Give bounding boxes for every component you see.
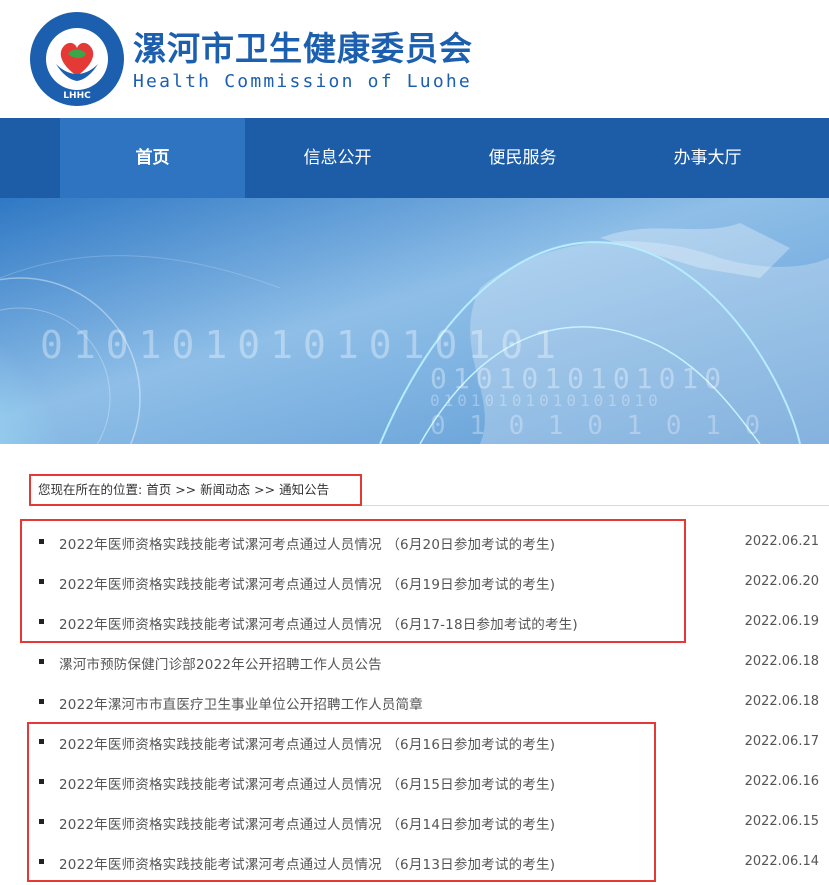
list-item[interactable]: 2022年医师资格实践技能考试漯河考点通过人员情况 （6月14日参加考试的考生)…: [30, 805, 829, 845]
news-date: 2022.06.20: [744, 574, 819, 589]
list-item[interactable]: 2022年医师资格实践技能考试漯河考点通过人员情况 （6月15日参加考试的考生)…: [30, 765, 829, 805]
nav-item-info-disclosure[interactable]: 信息公开: [245, 118, 430, 198]
bullet-icon: [39, 539, 44, 544]
banner-digits-row4: 0 1 0 1 0 1 0 1 0: [430, 411, 764, 441]
bullet-icon: [39, 859, 44, 864]
nav-item-home[interactable]: 首页: [60, 118, 245, 198]
news-date: 2022.06.21: [744, 534, 819, 549]
news-date: 2022.06.18: [744, 694, 819, 709]
list-item[interactable]: 2022年医师资格实践技能考试漯河考点通过人员情况 （6月13日参加考试的考生)…: [30, 845, 829, 885]
bullet-icon: [39, 699, 44, 704]
news-title-link[interactable]: 2022年医师资格实践技能考试漯河考点通过人员情况 （6月17-18日参加考试的…: [59, 613, 578, 633]
list-item[interactable]: 2022年医师资格实践技能考试漯河考点通过人员情况 （6月19日参加考试的考生)…: [30, 565, 829, 605]
bullet-icon: [39, 739, 44, 744]
logo-abbr: LHHC: [63, 91, 91, 101]
list-item[interactable]: 2022年医师资格实践技能考试漯河考点通过人员情况 （6月16日参加考试的考生)…: [30, 725, 829, 765]
breadcrumb-divider: [30, 505, 829, 506]
news-title-link[interactable]: 2022年医师资格实践技能考试漯河考点通过人员情况 （6月20日参加考试的考生): [59, 533, 555, 553]
news-title-link[interactable]: 2022年医师资格实践技能考试漯河考点通过人员情况 （6月13日参加考试的考生): [59, 853, 555, 873]
nav-item-service-hall[interactable]: 办事大厅: [615, 118, 800, 198]
news-date: 2022.06.17: [744, 734, 819, 749]
news-date: 2022.06.14: [744, 854, 819, 869]
nav-item-public-service[interactable]: 便民服务: [430, 118, 615, 198]
site-title-en: Health Commission of Luohe: [133, 71, 472, 92]
news-list: 2022年医师资格实践技能考试漯河考点通过人员情况 （6月20日参加考试的考生)…: [30, 525, 829, 885]
news-date: 2022.06.19: [744, 614, 819, 629]
site-logo[interactable]: LHHC: [30, 12, 124, 106]
news-date: 2022.06.16: [744, 774, 819, 789]
news-title-link[interactable]: 漯河市预防保健门诊部2022年公开招聘工作人员公告: [59, 653, 382, 673]
news-title-link[interactable]: 2022年医师资格实践技能考试漯河考点通过人员情况 （6月14日参加考试的考生): [59, 813, 555, 833]
site-title-cn: 漯河市卫生健康委员会: [133, 29, 473, 68]
banner-digits-row3: 01010101010101010: [430, 391, 662, 410]
breadcrumb-separator: >>: [254, 482, 276, 497]
list-item[interactable]: 漯河市预防保健门诊部2022年公开招聘工作人员公告 2022.06.18: [30, 645, 829, 685]
logo-emblem-icon: LHHC: [31, 13, 123, 105]
news-title-link[interactable]: 2022年漯河市市直医疗卫生事业单位公开招聘工作人员简章: [59, 693, 423, 713]
news-title-link[interactable]: 2022年医师资格实践技能考试漯河考点通过人员情况 （6月15日参加考试的考生): [59, 773, 555, 793]
main-nav: 首页 信息公开 便民服务 办事大厅: [0, 118, 829, 198]
news-title-link[interactable]: 2022年医师资格实践技能考试漯河考点通过人员情况 （6月19日参加考试的考生): [59, 573, 555, 593]
site-header: LHHC 漯河市卫生健康委员会 Health Commission of Luo…: [0, 0, 829, 118]
bullet-icon: [39, 659, 44, 664]
hero-banner: 0101010101010101 0101010101010 010101010…: [0, 198, 829, 444]
breadcrumb-current[interactable]: 通知公告: [279, 477, 329, 503]
news-date: 2022.06.18: [744, 654, 819, 669]
bullet-icon: [39, 819, 44, 824]
breadcrumb-separator: >>: [175, 482, 197, 497]
list-item[interactable]: 2022年医师资格实践技能考试漯河考点通过人员情况 （6月20日参加考试的考生)…: [30, 525, 829, 565]
news-date: 2022.06.15: [744, 814, 819, 829]
banner-digits-row1: 0101010101010101: [40, 323, 566, 367]
bullet-icon: [39, 619, 44, 624]
bullet-icon: [39, 579, 44, 584]
breadcrumb-news-link[interactable]: 新闻动态: [200, 477, 250, 503]
banner-graphic: 0101010101010101 0101010101010 010101010…: [0, 198, 829, 444]
news-title-link[interactable]: 2022年医师资格实践技能考试漯河考点通过人员情况 （6月16日参加考试的考生): [59, 733, 555, 753]
breadcrumb-home-link[interactable]: 首页: [146, 477, 171, 503]
breadcrumb-prefix: 您现在所在的位置:: [38, 482, 143, 497]
list-item[interactable]: 2022年漯河市市直医疗卫生事业单位公开招聘工作人员简章 2022.06.18: [30, 685, 829, 725]
list-item[interactable]: 2022年医师资格实践技能考试漯河考点通过人员情况 （6月17-18日参加考试的…: [30, 605, 829, 645]
bullet-icon: [39, 779, 44, 784]
breadcrumb: 您现在所在的位置: 首页 >> 新闻动态 >> 通知公告: [30, 477, 337, 503]
